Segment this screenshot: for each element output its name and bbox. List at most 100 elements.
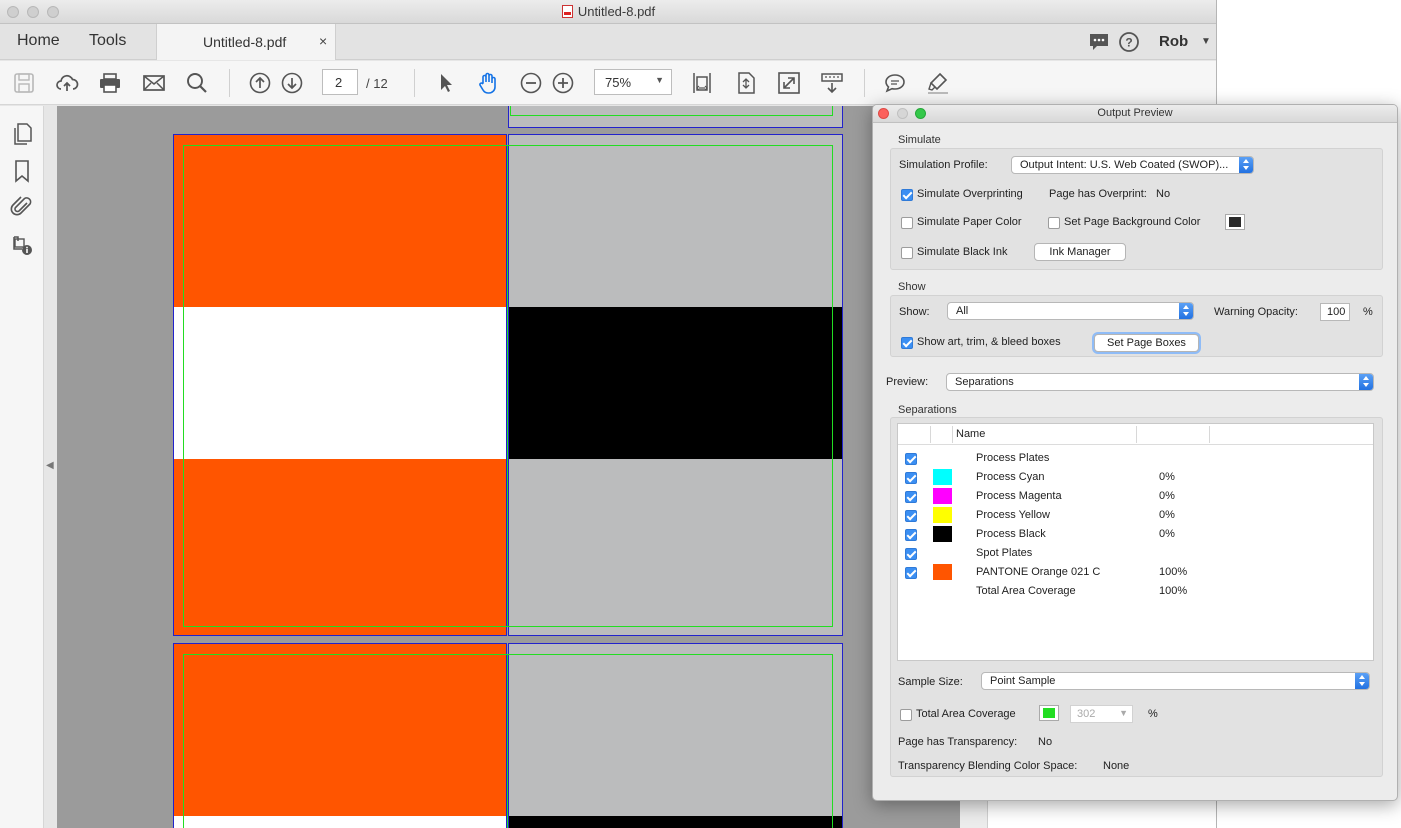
warning-opacity-percent: % [1363, 306, 1373, 318]
left-navigation-panel [0, 106, 44, 828]
search-icon[interactable] [185, 71, 209, 95]
save-icon[interactable] [12, 71, 36, 95]
separation-row[interactable]: Process Cyan 0% [898, 468, 1373, 487]
document-info-icon[interactable] [10, 233, 34, 257]
dialog-minimize-button[interactable] [897, 108, 908, 119]
page-background-color-checkbox[interactable] [1048, 217, 1060, 229]
panel-collapse-arrow-icon[interactable]: ◀ [46, 460, 54, 471]
comment-bubble-icon[interactable] [1088, 31, 1110, 53]
chevron-down-icon: ▼ [655, 75, 664, 85]
transparency-value: No [1038, 736, 1053, 748]
tab-tools[interactable]: Tools [89, 32, 126, 50]
separation-visible-checkbox[interactable] [905, 548, 917, 560]
separation-row[interactable]: Process Magenta 0% [898, 487, 1373, 506]
separation-row[interactable]: Process Plates [898, 449, 1373, 468]
tab-document[interactable]: Untitled-8.pdf × [156, 24, 336, 60]
name-column-header[interactable]: Name [956, 428, 985, 440]
attachment-icon[interactable] [10, 195, 34, 219]
separation-visible-checkbox[interactable] [905, 491, 917, 503]
warning-opacity-input[interactable]: 100 [1320, 303, 1350, 321]
separation-visible-checkbox[interactable] [905, 472, 917, 484]
sample-size-select[interactable]: Point Sample [981, 672, 1370, 690]
separation-color-swatch [933, 488, 952, 504]
highlight-icon[interactable] [926, 71, 950, 95]
simulation-profile-select[interactable]: Output Intent: U.S. Web Coated (SWOP)... [1011, 156, 1254, 174]
output-preview-dialog: Output Preview Simulate Simulation Profi… [872, 104, 1398, 801]
show-boxes-checkbox[interactable] [901, 337, 913, 349]
bookmark-icon[interactable] [10, 159, 34, 183]
total-area-coverage-label: Total Area Coverage [916, 708, 1016, 720]
user-name[interactable]: Rob [1159, 33, 1188, 50]
help-icon[interactable]: ? [1118, 31, 1140, 53]
separation-percent: 0% [1159, 490, 1175, 502]
zoom-select[interactable]: 75% ▼ [594, 69, 672, 95]
fit-page-icon[interactable] [734, 71, 758, 95]
show-select[interactable]: All [947, 302, 1194, 320]
separation-row[interactable]: PANTONE Orange 021 C 100% [898, 563, 1373, 582]
separation-visible-checkbox[interactable] [905, 510, 917, 522]
preview-select[interactable]: Separations [946, 373, 1374, 391]
page-overprint-label: Page has Overprint: [1049, 188, 1147, 200]
fit-width-icon[interactable] [690, 71, 714, 95]
hand-icon[interactable] [476, 71, 500, 95]
preview-label: Preview: [886, 376, 929, 388]
next-page-right [507, 643, 843, 828]
separation-name: Process Black [976, 528, 1046, 540]
separation-row[interactable]: Total Area Coverage 100% [898, 582, 1373, 601]
simulate-black-ink-checkbox[interactable] [901, 247, 913, 259]
page-total: / 12 [366, 76, 388, 91]
zoom-out-icon[interactable] [519, 71, 543, 95]
scrolling-mode-icon[interactable] [820, 71, 844, 95]
page-down-icon[interactable] [280, 71, 304, 95]
print-icon[interactable] [98, 71, 122, 95]
full-screen-icon[interactable] [777, 71, 801, 95]
chevron-down-icon[interactable]: ▼ [1201, 36, 1211, 47]
simulate-group: Simulation Profile: Output Intent: U.S. … [890, 148, 1383, 270]
comment-icon[interactable] [883, 71, 907, 95]
tab-document-label: Untitled-8.pdf [203, 34, 287, 50]
window-title: Untitled-8.pdf [0, 4, 1216, 19]
separation-row[interactable]: Spot Plates [898, 544, 1373, 563]
blending-space-value: None [1103, 760, 1130, 772]
simulate-overprinting-label: Simulate Overprinting [917, 188, 1023, 200]
separation-row[interactable]: Process Yellow 0% [898, 506, 1373, 525]
column-divider [1209, 426, 1210, 443]
separation-percent: 0% [1159, 528, 1175, 540]
page-up-icon[interactable] [248, 71, 272, 95]
coverage-color-swatch[interactable] [1039, 705, 1059, 721]
column-divider [1136, 426, 1137, 443]
document-canvas[interactable] [57, 106, 960, 828]
separation-name: Spot Plates [976, 547, 1033, 559]
simulate-paper-color-checkbox[interactable] [901, 217, 913, 229]
email-icon[interactable] [142, 71, 166, 95]
popup-arrows-icon [1239, 157, 1253, 173]
dialog-close-button[interactable] [878, 108, 889, 119]
zoom-in-icon[interactable] [551, 71, 575, 95]
separation-row[interactable]: Process Black 0% [898, 525, 1373, 544]
popup-arrows-icon [1179, 303, 1193, 319]
popup-arrows-icon [1355, 673, 1369, 689]
simulate-black-ink-label: Simulate Black Ink [917, 246, 1008, 258]
cloud-upload-icon[interactable] [55, 71, 79, 95]
set-page-boxes-button[interactable]: Set Page Boxes [1094, 334, 1199, 352]
separation-visible-checkbox[interactable] [905, 567, 917, 579]
close-tab-icon[interactable]: × [319, 33, 327, 49]
tab-home[interactable]: Home [17, 32, 60, 50]
page-number-input[interactable]: 2 [322, 69, 358, 95]
select-arrow-icon[interactable] [434, 71, 458, 95]
pages-icon[interactable] [10, 122, 34, 146]
separation-visible-checkbox[interactable] [905, 529, 917, 541]
trim-box [507, 145, 833, 627]
separation-visible-checkbox[interactable] [905, 453, 917, 465]
simulate-section-label: Simulate [898, 134, 941, 146]
ink-manager-button[interactable]: Ink Manager [1034, 243, 1126, 261]
dialog-zoom-button[interactable] [915, 108, 926, 119]
main-toolbar: 2 / 12 75% ▼ [0, 61, 1216, 105]
simulate-overprinting-checkbox[interactable] [901, 189, 913, 201]
total-area-coverage-combo[interactable]: 302 ▼ [1070, 705, 1133, 723]
total-area-coverage-percent: % [1148, 708, 1158, 720]
separation-color-swatch [933, 526, 952, 542]
total-area-coverage-checkbox[interactable] [900, 709, 912, 721]
previous-page-trim-box [510, 106, 833, 116]
background-color-swatch[interactable] [1225, 214, 1245, 230]
